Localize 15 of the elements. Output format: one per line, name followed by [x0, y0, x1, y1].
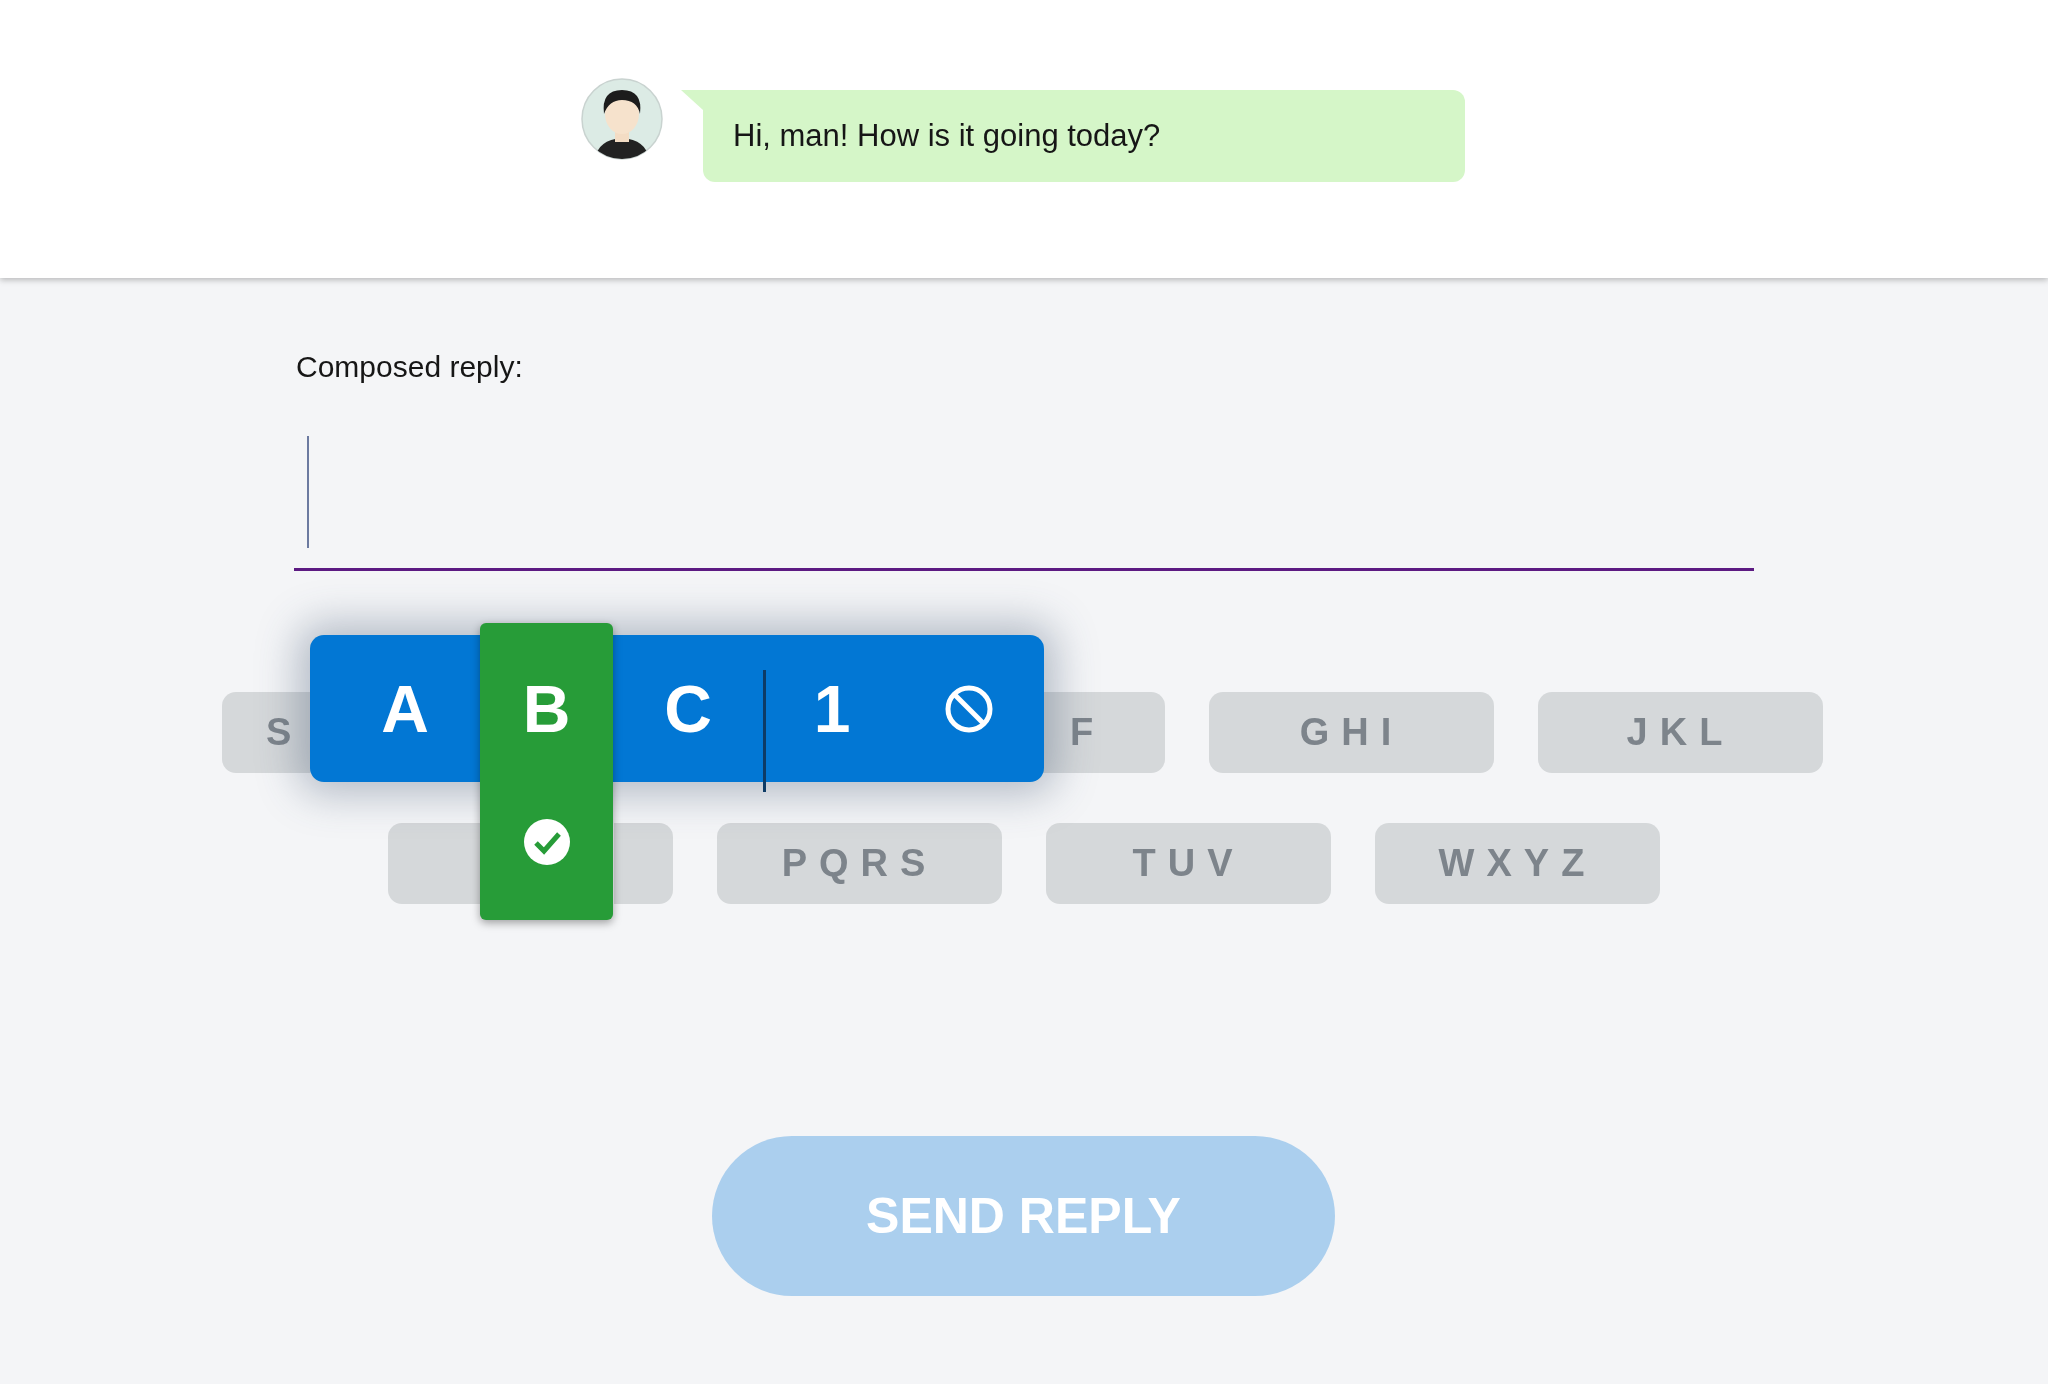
keypad-key[interactable]: WXYZ: [1375, 823, 1660, 904]
key-option[interactable]: 1: [766, 635, 898, 782]
key-option[interactable]: A: [330, 635, 480, 782]
keypad-key[interactable]: GHI: [1209, 692, 1494, 773]
prohibited-icon: [944, 683, 994, 734]
keypad-key[interactable]: JKL: [1538, 692, 1823, 773]
reply-input[interactable]: [294, 436, 1754, 571]
field-label: Composed reply:: [296, 349, 523, 385]
keypad-key[interactable]: PQRS: [717, 823, 1002, 904]
key-option[interactable]: B: [480, 623, 613, 920]
keypad-key[interactable]: S: [222, 692, 310, 773]
message-text: Hi, man! How is it going today?: [733, 118, 1161, 154]
key-option[interactable]: C: [613, 635, 763, 782]
keypad-key[interactable]: TUV: [1046, 823, 1331, 904]
checkmark-icon: [522, 818, 571, 866]
